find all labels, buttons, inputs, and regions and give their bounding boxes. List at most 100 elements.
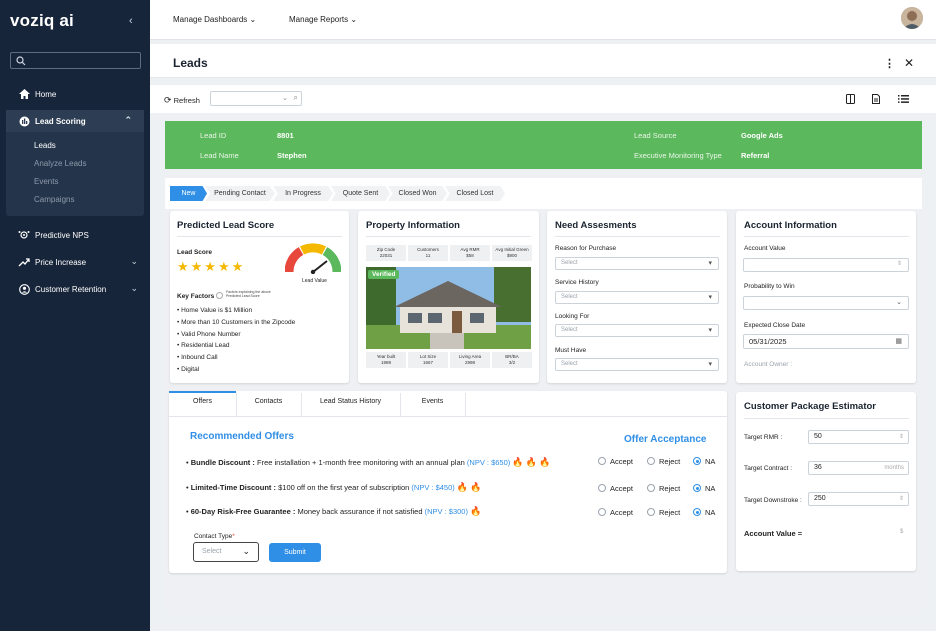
sidebar-item-price-increase[interactable]: Price Increase ⌄ <box>0 251 150 273</box>
recommended-offers-title: Recommended Offers <box>190 431 294 442</box>
account-value-input[interactable]: ⇕ <box>743 258 909 272</box>
account-information-title: Account Information <box>744 220 837 231</box>
offer-row: • Limited-Time Discount : $100 off on th… <box>186 482 482 492</box>
stage-pending-contact[interactable]: Pending Contact <box>205 186 275 201</box>
na-label: NA <box>705 484 716 493</box>
star-rating: ★★★★★ <box>177 259 246 274</box>
reject-radio[interactable] <box>647 508 655 516</box>
close-icon[interactable]: ✕ <box>904 56 914 70</box>
stepper-icon: ⇕ <box>898 496 904 502</box>
na-radio[interactable] <box>693 484 701 492</box>
accept-radio[interactable] <box>598 484 606 492</box>
contact-type-select[interactable]: Select ⌄ <box>193 542 259 562</box>
target-downstroke-input[interactable]: 250 ⇕ <box>808 492 909 506</box>
na-radio[interactable] <box>693 508 701 516</box>
stage-new[interactable]: New <box>170 186 207 201</box>
property-stat: Living Area 2998 <box>450 352 490 368</box>
tab-offers[interactable]: Offers <box>169 398 236 405</box>
app-logo: voziq ai <box>10 11 74 30</box>
key-factor-text: Valid Phone Number <box>181 331 241 338</box>
reject-label: Reject <box>659 484 681 493</box>
sidebar-subitem-events[interactable]: Events <box>34 177 58 186</box>
monitoring-type-value: Referral <box>741 151 770 160</box>
sidebar-item-home[interactable]: Home <box>0 83 150 105</box>
reason-for-purchase-select[interactable]: Select ▾ <box>555 257 719 270</box>
date-value: 05/31/2025 <box>749 337 787 346</box>
tab-events[interactable]: Events <box>400 398 465 405</box>
list-view-icon[interactable] <box>898 95 909 103</box>
accept-radio[interactable] <box>598 457 606 465</box>
chevron-down-icon: ▾ <box>708 294 712 301</box>
stage-closed-won[interactable]: Closed Won <box>388 186 447 201</box>
fire-icon: 🔥 <box>456 482 469 492</box>
chevron-down-icon: ▾ <box>708 327 712 334</box>
search-icon <box>16 56 26 66</box>
refresh-button[interactable]: ⟳ Refresh <box>164 95 200 106</box>
offer-row: • 60-Day Risk-Free Guarantee : Money bac… <box>186 506 482 516</box>
page-title: Leads <box>173 56 208 70</box>
info-icon[interactable] <box>216 292 223 299</box>
stage-quote-sent[interactable]: Quote Sent <box>331 186 390 201</box>
sidebar-subitem-campaigns[interactable]: Campaigns <box>34 195 74 204</box>
offer-npv: (NPV : $300) <box>424 507 468 516</box>
account-owner-label: Account Owner : <box>744 361 793 368</box>
avatar[interactable] <box>901 7 923 29</box>
accept-radio[interactable] <box>598 508 606 516</box>
stage-in-progress[interactable]: In Progress <box>273 186 333 201</box>
sidebar-item-predictive-nps[interactable]: Predictive NPS <box>0 224 150 246</box>
key-factor: • Home Value is $1 Million <box>177 307 253 314</box>
calendar-icon[interactable]: ▦ <box>895 335 902 348</box>
chevron-down-icon: ⌄ <box>896 299 902 306</box>
key-factor-text: Home Value is $1 Million <box>181 307 253 314</box>
service-history-select[interactable]: Select ▾ <box>555 291 719 304</box>
property-stat-value: 22031 <box>379 253 393 258</box>
submit-button[interactable]: Submit <box>269 543 321 562</box>
menu-label: Manage Reports <box>289 15 349 24</box>
lead-id-label: Lead ID <box>200 131 227 140</box>
reject-radio[interactable] <box>647 484 655 492</box>
price-increase-icon <box>18 256 30 268</box>
manage-dashboards-menu[interactable]: Manage Dashboards ⌄ <box>173 15 256 24</box>
probability-to-win-select[interactable]: ⌄ <box>743 296 909 310</box>
stage-closed-lost[interactable]: Closed Lost <box>445 186 505 201</box>
sidebar-subitem-leads[interactable]: Leads <box>34 141 56 150</box>
reject-label: Reject <box>659 508 681 517</box>
chevron-down-icon: ⌄ <box>282 95 288 102</box>
offer-row: • Bundle Discount : Free installation + … <box>186 457 551 467</box>
looking-for-select[interactable]: Select ▾ <box>555 324 719 337</box>
toolbar-filter-select[interactable]: ⌄ ⌕ <box>210 91 302 106</box>
columns-icon[interactable] <box>846 94 855 104</box>
target-rmr-label: Target RMR : <box>744 434 783 441</box>
probability-to-win-label: Probability to Win <box>744 283 795 290</box>
tab-lead-status-history[interactable]: Lead Status History <box>301 398 400 405</box>
tab-contacts[interactable]: Contacts <box>236 398 301 405</box>
account-value-result-label: Account Value = <box>744 529 803 538</box>
offer-name: 60-Day Risk-Free Guarantee : <box>190 507 296 516</box>
more-options-icon[interactable]: ⋮ <box>884 57 895 70</box>
chevron-down-icon: ⌄ <box>350 15 358 24</box>
property-stat-value: $58 <box>466 253 474 258</box>
reject-radio[interactable] <box>647 457 655 465</box>
manage-reports-menu[interactable]: Manage Reports ⌄ <box>289 15 357 24</box>
fire-icon: 🔥 <box>525 457 537 467</box>
sidebar-subitem-analyze-leads[interactable]: Analyze Leads <box>34 159 86 168</box>
offer-description: Money back assurance if not satisfied <box>297 507 423 516</box>
expected-close-date-label: Expected Close Date <box>744 322 806 329</box>
property-stat: Avg Initial Green $900 <box>492 245 532 261</box>
document-icon[interactable] <box>872 94 880 104</box>
target-contract-input[interactable]: 36 months <box>808 461 909 475</box>
expected-close-date-input[interactable]: 05/31/2025 ▦ <box>743 334 909 349</box>
sidebar-item-lead-scoring[interactable]: Lead Scoring ⌃ <box>6 110 144 132</box>
na-radio[interactable] <box>693 457 701 465</box>
target-rmr-input[interactable]: 50 ⇕ <box>808 430 909 444</box>
key-factor: • Inbound Call <box>177 354 218 361</box>
divider <box>744 236 909 237</box>
sidebar-item-customer-retention[interactable]: Customer Retention ⌄ <box>0 278 150 300</box>
fire-icon: 🔥 <box>470 506 482 516</box>
divider <box>744 418 909 419</box>
sidebar-search-input[interactable] <box>10 52 141 69</box>
collapse-sidebar-icon[interactable]: ‹ <box>129 15 133 27</box>
refresh-icon: ⟳ <box>164 95 172 105</box>
home-icon <box>18 88 30 100</box>
must-have-select[interactable]: Select ▾ <box>555 358 719 371</box>
